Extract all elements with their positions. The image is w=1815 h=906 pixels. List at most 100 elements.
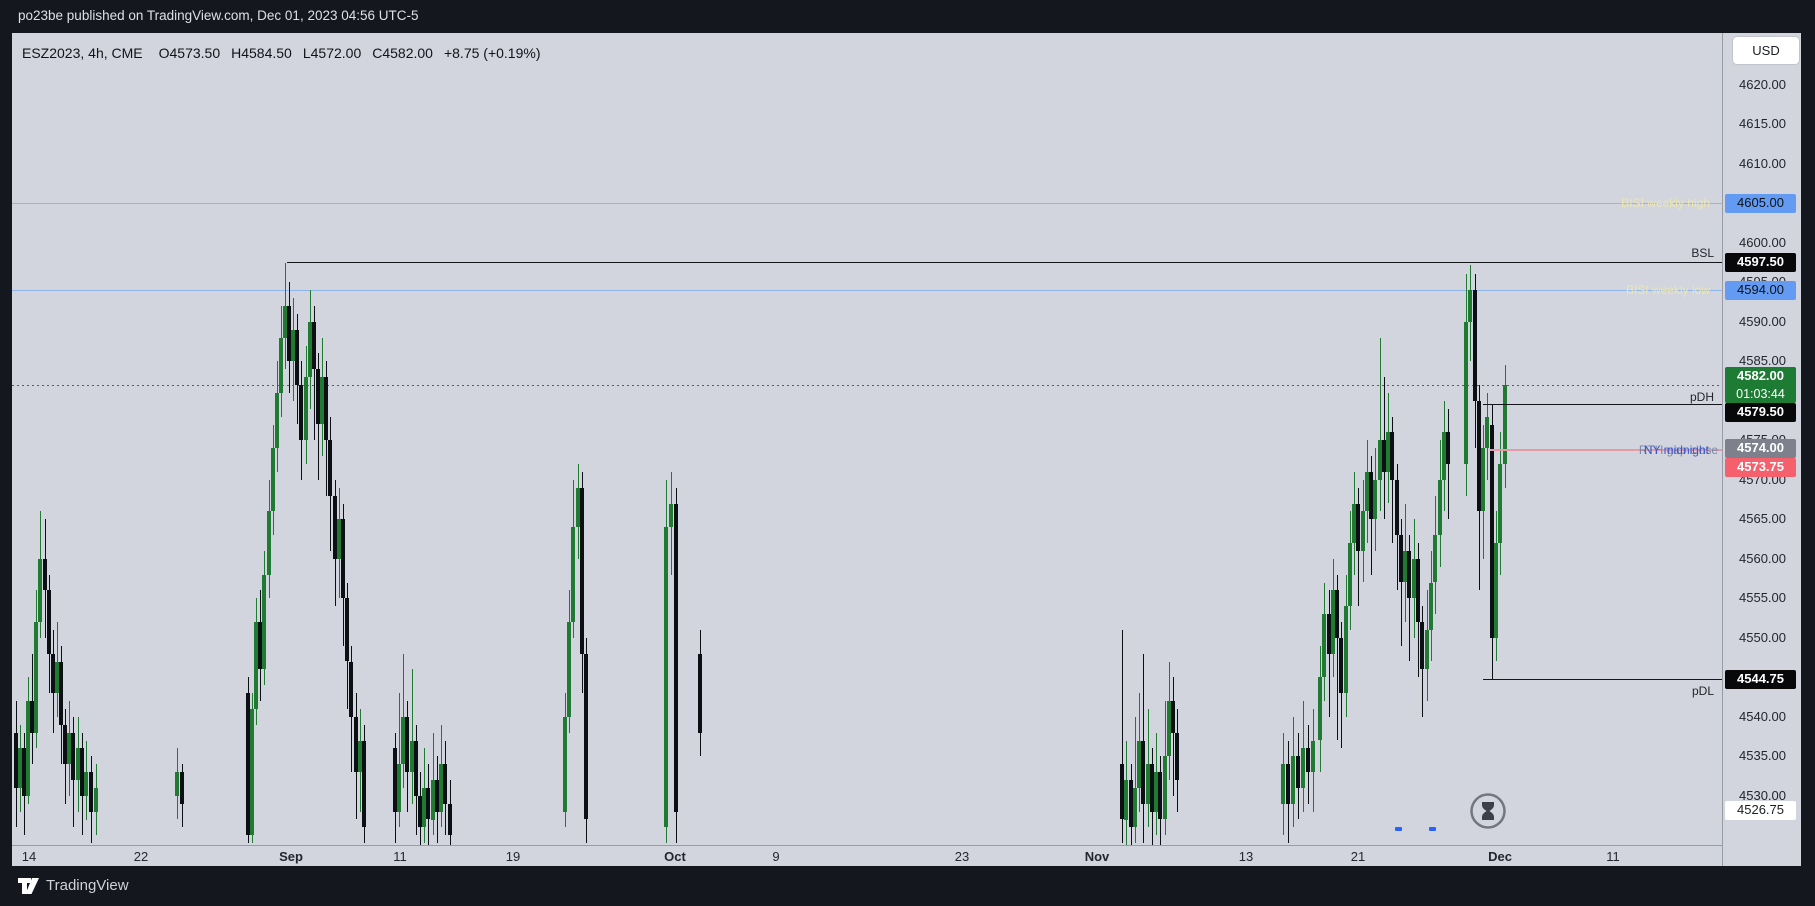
level-label: NY midnight (1644, 443, 1709, 457)
time-tick: 14 (22, 849, 36, 864)
candle (1301, 748, 1305, 788)
time-axis[interactable]: 1422Sep1119Oct923Nov1321Dec11 (12, 845, 1722, 867)
candle (1339, 638, 1343, 693)
candle (94, 788, 98, 812)
candle (580, 488, 584, 654)
time-tick: 11 (1606, 849, 1620, 864)
candle (275, 393, 279, 448)
time-tick: 13 (1239, 849, 1253, 864)
price-tick: 4540.00 (1723, 710, 1802, 724)
candle (1356, 504, 1360, 551)
chart-panel: ESZ2023, 4h, CME O4573.50 H4584.50 L4572.00… (12, 33, 1801, 866)
hourglass-delay-icon (1468, 791, 1508, 836)
candle (1373, 480, 1377, 520)
candle (1311, 741, 1315, 773)
candle (414, 741, 418, 796)
candle (664, 527, 668, 827)
chart-plot-area[interactable]: BISI weekly highBSLBISI weekly lowpDHRTH… (12, 33, 1722, 845)
candle (1296, 756, 1300, 788)
symbol-title: ESZ2023, 4h, CME (22, 45, 143, 61)
candle (262, 575, 266, 670)
currency-toggle-button[interactable]: USD (1733, 37, 1799, 64)
price-badge: 4597.50 (1725, 253, 1796, 272)
candle (1498, 464, 1502, 543)
marker-icon (1429, 827, 1436, 831)
candle (279, 338, 283, 393)
countdown-timer: 01:03:44 (1725, 385, 1796, 403)
level-label: BISI weekly low (1626, 283, 1710, 297)
candle (1344, 606, 1348, 693)
tradingview-brand-text[interactable]: TradingView (46, 877, 129, 894)
legend-low: L4572.00 (303, 45, 361, 61)
candle (1420, 622, 1424, 669)
time-tick: Sep (279, 849, 303, 864)
time-tick: Dec (1488, 849, 1512, 864)
legend-high: H4584.50 (231, 45, 292, 61)
candle (426, 788, 430, 820)
candle (1281, 764, 1285, 804)
publish-titlebar: po23be published on TradingView.com, Dec… (0, 0, 1815, 33)
level-label: BISI weekly high (1621, 196, 1710, 210)
candle (1468, 290, 1472, 322)
time-tick: Nov (1085, 849, 1110, 864)
candle (1124, 780, 1128, 820)
price-axis[interactable]: 4620.004615.004610.004600.004595.004590.… (1722, 33, 1802, 866)
candle (267, 511, 271, 574)
candle (405, 717, 409, 772)
candle (324, 377, 328, 440)
candle (1481, 448, 1485, 511)
price-badge: 4582.0001:03:44 (1725, 367, 1796, 403)
candle (1171, 701, 1175, 733)
price-tick: 4610.00 (1723, 157, 1802, 171)
candle (571, 527, 575, 622)
time-tick: 21 (1351, 849, 1365, 864)
candle (84, 772, 88, 796)
candle (669, 504, 673, 528)
candle (349, 662, 353, 717)
candle (674, 504, 678, 812)
price-tick: 4555.00 (1723, 591, 1802, 605)
time-tick: 23 (955, 849, 969, 864)
candle (47, 590, 51, 653)
candle (1464, 322, 1468, 464)
candle (1390, 432, 1394, 479)
candle (1291, 756, 1295, 803)
candle (362, 741, 366, 828)
candle (345, 598, 349, 661)
candle (698, 654, 702, 733)
price-badge: 4579.50 (1725, 403, 1796, 422)
candle (312, 322, 316, 369)
candle (1133, 788, 1137, 828)
candle (443, 764, 447, 804)
candle (1416, 559, 1420, 622)
legend-open: O4573.50 (159, 45, 221, 61)
candle (1318, 677, 1322, 740)
price-badge: 4573.75 (1725, 458, 1796, 477)
candle (1395, 480, 1399, 535)
candle (59, 662, 63, 725)
currency-label: USD (1752, 43, 1779, 58)
marker-icon (1395, 827, 1402, 831)
time-tick: Oct (664, 849, 686, 864)
candle (180, 772, 184, 804)
price-badge: 4605.00 (1725, 194, 1796, 213)
candle (1448, 409, 1449, 520)
symbol-legend[interactable]: ESZ2023, 4h, CME O4573.50 H4584.50 L4572.00… (22, 45, 551, 61)
candle (1438, 480, 1442, 535)
candle (34, 622, 38, 733)
candle (304, 377, 308, 440)
candle (1494, 543, 1498, 638)
candle (38, 559, 42, 622)
candle (71, 733, 75, 780)
candle (250, 709, 254, 835)
time-tick: 9 (772, 849, 779, 864)
price-tick: 4620.00 (1723, 78, 1802, 92)
candle (1175, 733, 1179, 780)
price-badge: 4594.00 (1725, 281, 1796, 300)
time-tick: 22 (134, 849, 148, 864)
level-label: pDH (1690, 390, 1714, 404)
tradingview-logo-icon[interactable] (18, 878, 42, 895)
candle (1173, 677, 1174, 796)
price-level-line (1483, 679, 1722, 680)
price-tick: 4600.00 (1723, 236, 1802, 250)
